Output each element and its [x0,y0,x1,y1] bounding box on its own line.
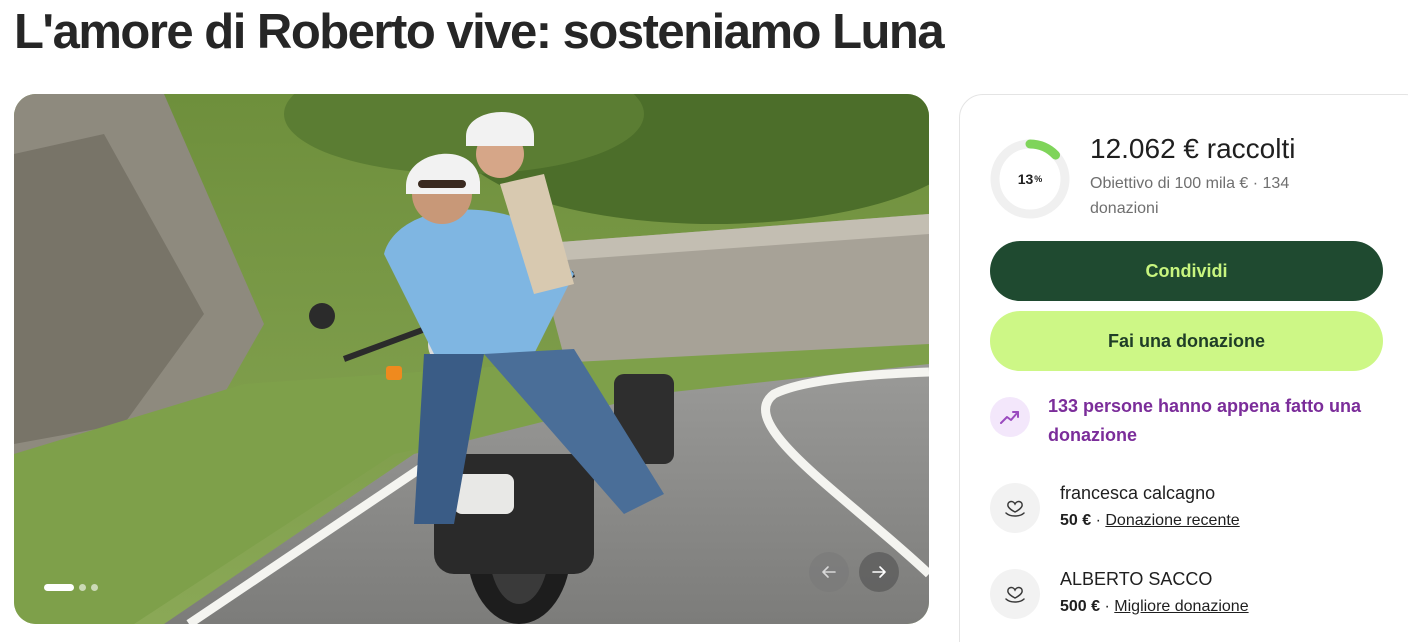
arrow-right-icon [872,566,886,578]
progress-percent: 13% [990,139,1070,219]
amount-raised: 12.062 € raccolti [1090,133,1296,164]
donor-name: ALBERTO SACCO [1060,569,1213,589]
photo-carousel[interactable] [14,94,929,624]
top-donation-link[interactable]: Migliore donazione [1114,598,1248,615]
donation-amount: 50 € [1060,512,1092,529]
carousel-dot[interactable] [44,584,74,591]
carousel-next-button[interactable] [859,552,899,592]
donation-meta: 50 € · Donazione recente [1060,512,1240,530]
separator-dot: · [1104,598,1110,615]
carousel-prev-button[interactable] [809,552,849,592]
heart-hand-icon [990,483,1040,533]
recent-donation-link[interactable]: Donazione recente [1105,512,1239,529]
arrow-left-icon [822,566,836,578]
donor-name: francesca calcagno [1060,483,1216,503]
trending-message: 133 persone hanno appena fatto una donaz… [1048,396,1362,445]
heart-hand-icon [990,569,1040,619]
carousel-dot[interactable] [91,584,98,591]
donate-button[interactable]: Fai una donazione [990,311,1383,371]
carousel-dot[interactable] [79,584,86,591]
trending-up-icon [990,397,1030,437]
progress-value: 13 [1017,171,1034,187]
progress-unit: % [1034,174,1043,184]
carousel-indicator[interactable] [44,584,98,591]
share-button[interactable]: Condividi [990,241,1383,301]
goal-and-count: Obiettivo di 100 mila € · 134 donazioni [1090,175,1290,217]
donation-meta: 500 € · Migliore donazione [1060,598,1249,616]
campaign-photo [14,94,929,624]
separator-dot: · [1095,512,1101,529]
donation-amount: 500 € [1060,598,1101,615]
donation-card: 13% 12.062 € raccolti Obiettivo di 100 m… [959,94,1408,642]
page-title: L'amore di Roberto vive: sosteniamo Luna [14,5,945,59]
